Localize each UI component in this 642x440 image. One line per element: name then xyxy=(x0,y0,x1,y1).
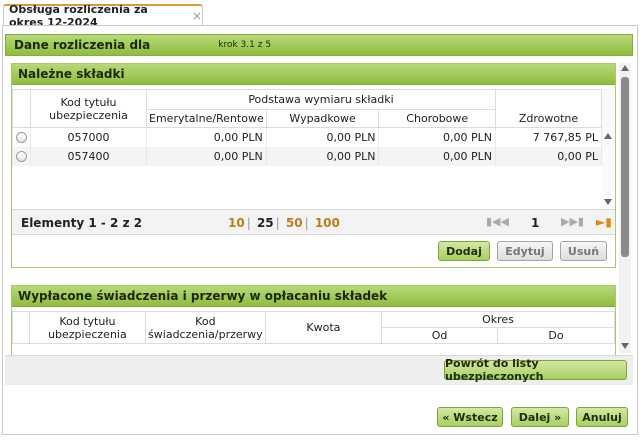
row-radio[interactable] xyxy=(16,151,27,162)
table-row[interactable]: 057400 0,00 PLN 0,00 PLN 0,00 PLN 0,00 P… xyxy=(12,146,603,166)
row-radio[interactable] xyxy=(16,132,27,144)
first-page-icon[interactable]: ▮◀◀ xyxy=(486,215,509,228)
row-health: 7 767,85 PL xyxy=(494,127,603,147)
base-group-header: Podstawa wymiaru składki xyxy=(146,89,496,110)
pager-count: Elementy 1 - 2 z 2 xyxy=(21,216,143,230)
main-scrollbar[interactable] xyxy=(619,63,631,353)
page-size-selector: 10 | 25 | 50 | 100 xyxy=(228,216,340,230)
pager: Elementy 1 - 2 z 2 10 | 25 | 50 | 100 ▮◀◀ 1… xyxy=(12,209,615,235)
select-column-header xyxy=(12,89,31,128)
table-row[interactable]: 057000 0,00 PLN 0,00 PLN 0,00 PLN 7 767,… xyxy=(12,127,603,147)
contributions-table: Kod tytułu ubezpieczenia Podstawa wymiar… xyxy=(12,89,603,166)
row-code: 057000 xyxy=(29,127,148,147)
export-icon[interactable]: ►▮ xyxy=(596,215,612,229)
row-accident: 0,00 PLN xyxy=(265,127,380,147)
last-page-icon[interactable]: ▶▶▮ xyxy=(561,215,584,228)
delete-button[interactable]: Usuń xyxy=(560,241,607,261)
tab-settlement[interactable]: Obsługa rozliczenia za okres 12-2024 × xyxy=(3,3,203,29)
edit-button[interactable]: Edytuj xyxy=(497,241,553,261)
health-column-header[interactable]: Zdrowotne xyxy=(494,89,603,128)
row-pension: 0,00 PLN xyxy=(146,127,267,147)
step-indicator: krok 3.1 z 5 xyxy=(218,40,272,50)
table-scrollbar[interactable] xyxy=(602,89,614,209)
page-size-25[interactable]: 25 xyxy=(257,216,274,230)
row-pension: 0,00 PLN xyxy=(146,146,267,166)
scroll-down-icon[interactable] xyxy=(621,343,629,349)
row-health: 0,00 PL xyxy=(494,146,603,166)
contributions-panel-title: Należne składki xyxy=(12,64,615,85)
benefits-panel-title: Wypłacone świadczenia i przerwy w opłaca… xyxy=(12,286,615,307)
row-sickness: 0,00 PLN xyxy=(378,127,496,147)
scrollbar-thumb[interactable] xyxy=(621,77,629,257)
from-column-header[interactable]: Od xyxy=(381,327,499,344)
header-title: Dane rozliczenia dla xyxy=(14,38,151,52)
back-to-list-button[interactable]: Powrót do listy ubezpieczonych xyxy=(444,357,627,383)
scroll-up-icon[interactable] xyxy=(604,133,612,139)
select-column-header xyxy=(12,311,30,344)
to-column-header[interactable]: Do xyxy=(497,327,615,344)
accident-column-header[interactable]: Wypadkowe xyxy=(265,109,380,128)
benefits-panel: Wypłacone świadczenia i przerwy w opłaca… xyxy=(11,285,616,360)
benefit-code-column-header[interactable]: Kod świadczenia/przerwy xyxy=(145,311,266,344)
scroll-up-icon[interactable] xyxy=(621,65,629,71)
next-button[interactable]: Dalej » xyxy=(511,407,569,427)
cancel-button[interactable]: Anuluj xyxy=(576,407,628,427)
row-code: 057400 xyxy=(29,146,148,166)
page-size-100[interactable]: 100 xyxy=(315,216,340,230)
page-size-10[interactable]: 10 xyxy=(228,216,245,230)
add-button[interactable]: Dodaj xyxy=(438,241,490,261)
scroll-down-icon[interactable] xyxy=(604,199,612,205)
row-accident: 0,00 PLN xyxy=(265,146,380,166)
page-size-50[interactable]: 50 xyxy=(286,216,303,230)
current-page: 1 xyxy=(531,216,540,230)
pension-column-header[interactable]: Emerytalne/Rentowe xyxy=(146,109,267,128)
contributions-panel: Należne składki Kod tytułu ubezpieczenia… xyxy=(11,63,616,268)
period-group-header: Okres xyxy=(381,311,615,328)
row-sickness: 0,00 PLN xyxy=(378,146,496,166)
sickness-column-header[interactable]: Chorobowe xyxy=(378,109,496,128)
settlement-header: Dane rozliczenia dla krok 3.1 z 5 xyxy=(5,34,633,56)
back-button[interactable]: « Wstecz xyxy=(437,407,503,427)
code-column-header[interactable]: Kod tytułu ubezpieczenia xyxy=(28,311,147,344)
close-icon[interactable]: × xyxy=(192,9,202,23)
code-column-header[interactable]: Kod tytułu ubezpieczenia xyxy=(29,89,148,128)
benefits-table: Kod tytułu ubezpieczenia Kod świadczenia… xyxy=(12,311,615,344)
amount-column-header[interactable]: Kwota xyxy=(264,311,383,344)
